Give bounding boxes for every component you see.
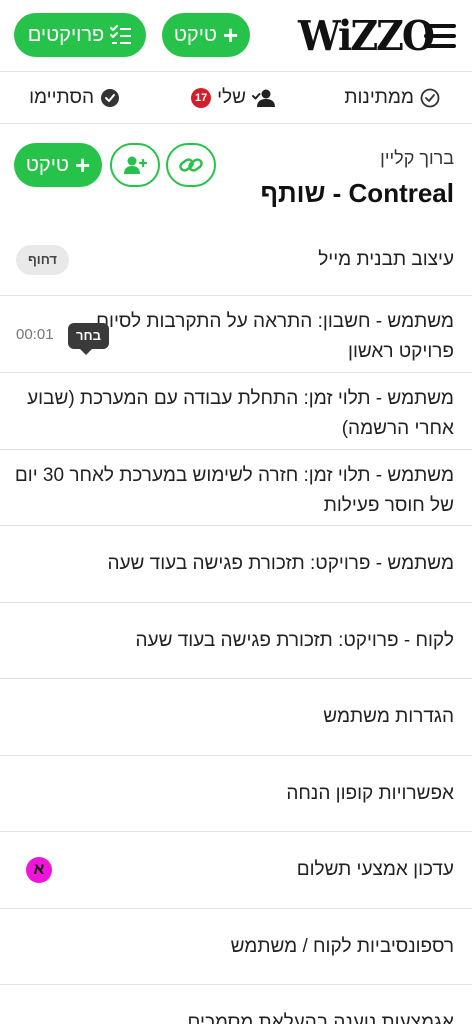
list-item-title-line2: של חוסר פעילות	[323, 495, 454, 516]
tab-mine[interactable]: שלי 17	[191, 86, 278, 110]
add-user-icon	[124, 156, 147, 174]
list-item[interactable]: משתמש - פרויקט: תזכורת פגישה בעוד שעה	[0, 526, 472, 603]
client-new-ticket-label: טיקט	[25, 153, 69, 176]
check-circle-outline-icon	[420, 88, 440, 108]
new-ticket-label: טיקט	[173, 23, 217, 46]
select-tooltip[interactable]: בחר	[68, 323, 109, 355]
plus-icon: +	[222, 20, 239, 50]
tab-done[interactable]: הסתיימו	[29, 86, 120, 110]
list-item-title: אפשרויות קופון הנחה	[286, 783, 454, 804]
ticket-list: עיצוב תבנית מייל דחוף משתמש - חשבון: התר…	[0, 224, 472, 1024]
tab-pending[interactable]: ממתינות	[344, 86, 440, 110]
list-item-title: הגדרות משתמש	[323, 706, 454, 727]
list-item-title: משתמש - פרויקט: תזכורת פגישה בעוד שעה	[107, 553, 454, 574]
assignee-avatar: א	[26, 857, 52, 883]
list-item-title: רספונסיביות לקוח / משתמש	[230, 936, 454, 957]
plus-icon: +	[74, 150, 91, 180]
list-item[interactable]: אפשרויות קופון הנחה	[0, 756, 472, 832]
tab-pending-label: ממתינות	[344, 87, 414, 108]
ticket-tabs: ממתינות שלי 17 הסתיימו	[0, 72, 472, 124]
client-section: ברוך קליין Contreal - שותף + טיקט	[0, 124, 472, 224]
list-item[interactable]: עדכון אמצעי תשלום א	[0, 832, 472, 909]
list-item-title: עדכון אמצעי תשלום	[296, 859, 454, 880]
list-item[interactable]: לקוח - פרויקט: תזכורת פגישה בעוד שעה	[0, 603, 472, 679]
list-item-title: לקוח - פרויקט: תזכורת פגישה בעוד שעה	[135, 630, 454, 651]
checklist-icon	[110, 25, 132, 44]
list-item-title: עיצוב תבנית מייל	[318, 249, 454, 270]
client-contact-name: ברוך קליין	[380, 148, 454, 168]
list-item[interactable]: הגדרות משתמש	[0, 679, 472, 756]
list-item-title-line2: פרויקט ראשון	[348, 341, 454, 362]
wizzo-logo: WiZZO	[298, 11, 435, 60]
link-icon	[179, 158, 203, 172]
share-link-button[interactable]	[166, 143, 216, 187]
list-item[interactable]: רספונסיביות לקוח / משתמש	[0, 909, 472, 985]
check-circle-filled-icon	[101, 89, 119, 107]
add-user-button[interactable]	[110, 143, 160, 187]
list-item[interactable]: עיצוב תבנית מייל דחוף	[0, 224, 472, 296]
list-item[interactable]: אגמצעות נוענה בהעלאת מסמכים	[0, 985, 472, 1024]
client-new-ticket-button[interactable]: + טיקט	[14, 143, 102, 187]
projects-button[interactable]: פרויקטים	[14, 13, 146, 57]
urgent-badge: דחוף	[16, 245, 69, 275]
user-check-icon	[252, 89, 275, 107]
list-item-title: משתמש - תלוי זמן: התחלת עבודה עם המערכת …	[27, 388, 454, 409]
list-item-title: משתמש - חשבון: התראה על התקרבות לסיום	[96, 311, 454, 332]
list-item[interactable]: משתמש - תלוי זמן: חזרה לשימוש במערכת לאח…	[0, 450, 472, 526]
projects-label: פרויקטים	[27, 23, 105, 46]
list-item[interactable]: משתמש - תלוי זמן: התחלת עבודה עם המערכת …	[0, 373, 472, 450]
list-item-title: משתמש - תלוי זמן: חזרה לשימוש במערכת לאח…	[14, 465, 454, 486]
mine-count-badge: 17	[191, 88, 212, 108]
new-ticket-button[interactable]: + טיקט	[162, 13, 250, 57]
list-item-title: אגמצעות נוענה בהעלאת מסמכים	[187, 1012, 454, 1024]
app-header: WiZZO + טיקט פרויקטים	[0, 0, 472, 72]
list-item-title-line2: אחרי הרשמה)	[341, 418, 454, 439]
tab-mine-label: שלי	[217, 87, 246, 108]
timer-value: 00:01	[16, 326, 54, 343]
client-title: Contreal - שותף	[260, 178, 454, 208]
list-item[interactable]: משתמש - חשבון: התראה על התקרבות לסיום פר…	[0, 296, 472, 373]
tab-done-label: הסתיימו	[29, 87, 94, 108]
